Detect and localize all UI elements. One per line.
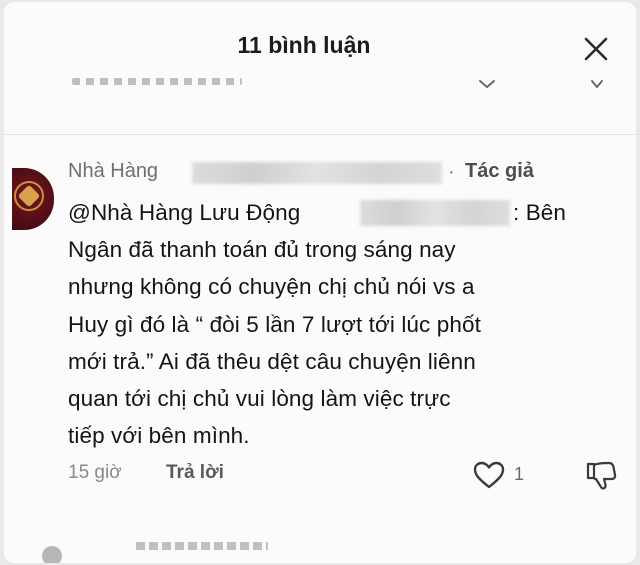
comment-line: Ngân đã thanh toán đủ trong sáng nay <box>68 237 456 263</box>
comment-time: 15 giờ <box>68 462 122 483</box>
heart-icon <box>473 461 505 489</box>
comments-sheet: 11 bình luận Nhà Hàng · Tác giả @Nhà Hàn… <box>4 2 636 563</box>
comment-line: quan tới chị chủ vui lòng làm việc trực <box>68 386 451 412</box>
comment-author-row: Nhà Hàng · Tác giả <box>68 160 588 186</box>
comment-line: @Nhà Hàng Lưu Động : Bên <box>68 194 628 231</box>
comment-line: nhưng không có chuyện chị chủ nói vs a <box>68 274 475 300</box>
chevron-down-icon <box>591 80 603 89</box>
comment-line-text: @Nhà Hàng Lưu Động <box>68 200 301 225</box>
author-name[interactable]: Nhà Hàng <box>68 160 158 183</box>
next-comment-remnant <box>4 538 636 563</box>
reply-button[interactable]: Trả lời <box>166 462 224 484</box>
dislike-button[interactable] <box>584 460 618 492</box>
previous-comment-remnant <box>4 74 636 94</box>
comment-line: mới trả.” Ai đã thêu dệt câu chuyện liên… <box>68 348 476 374</box>
close-icon <box>584 37 608 61</box>
like-button[interactable] <box>472 460 506 490</box>
author-avatar[interactable] <box>12 168 54 230</box>
blurred-text <box>72 78 242 85</box>
divider <box>4 134 636 135</box>
comment-count-title: 11 bình luận <box>237 32 371 58</box>
close-button[interactable] <box>582 35 610 63</box>
redacted-author-name <box>192 162 442 184</box>
comment-body: @Nhà Hàng Lưu Động : Bên Ngân đã thanh t… <box>68 194 628 454</box>
author-separator: · <box>448 161 455 183</box>
chevron-down-icon <box>479 80 495 89</box>
like-count: 1 <box>514 464 525 484</box>
comment-line-tail: : Bên <box>513 200 567 225</box>
thumbs-down-icon <box>586 461 617 490</box>
blurred-text <box>136 542 268 550</box>
author-badge: Tác giả <box>465 160 534 182</box>
redacted-text <box>360 200 510 226</box>
sheet-header: 11 bình luận <box>4 2 636 82</box>
avatar <box>42 546 62 563</box>
comment-line: Huy gì đó là “ đòi 5 lần 7 lượt tới lúc … <box>68 311 481 337</box>
comment-meta-row: 15 giờ Trả lời 1 <box>68 460 628 490</box>
comment-line: tiếp với bên mình. <box>68 423 250 449</box>
